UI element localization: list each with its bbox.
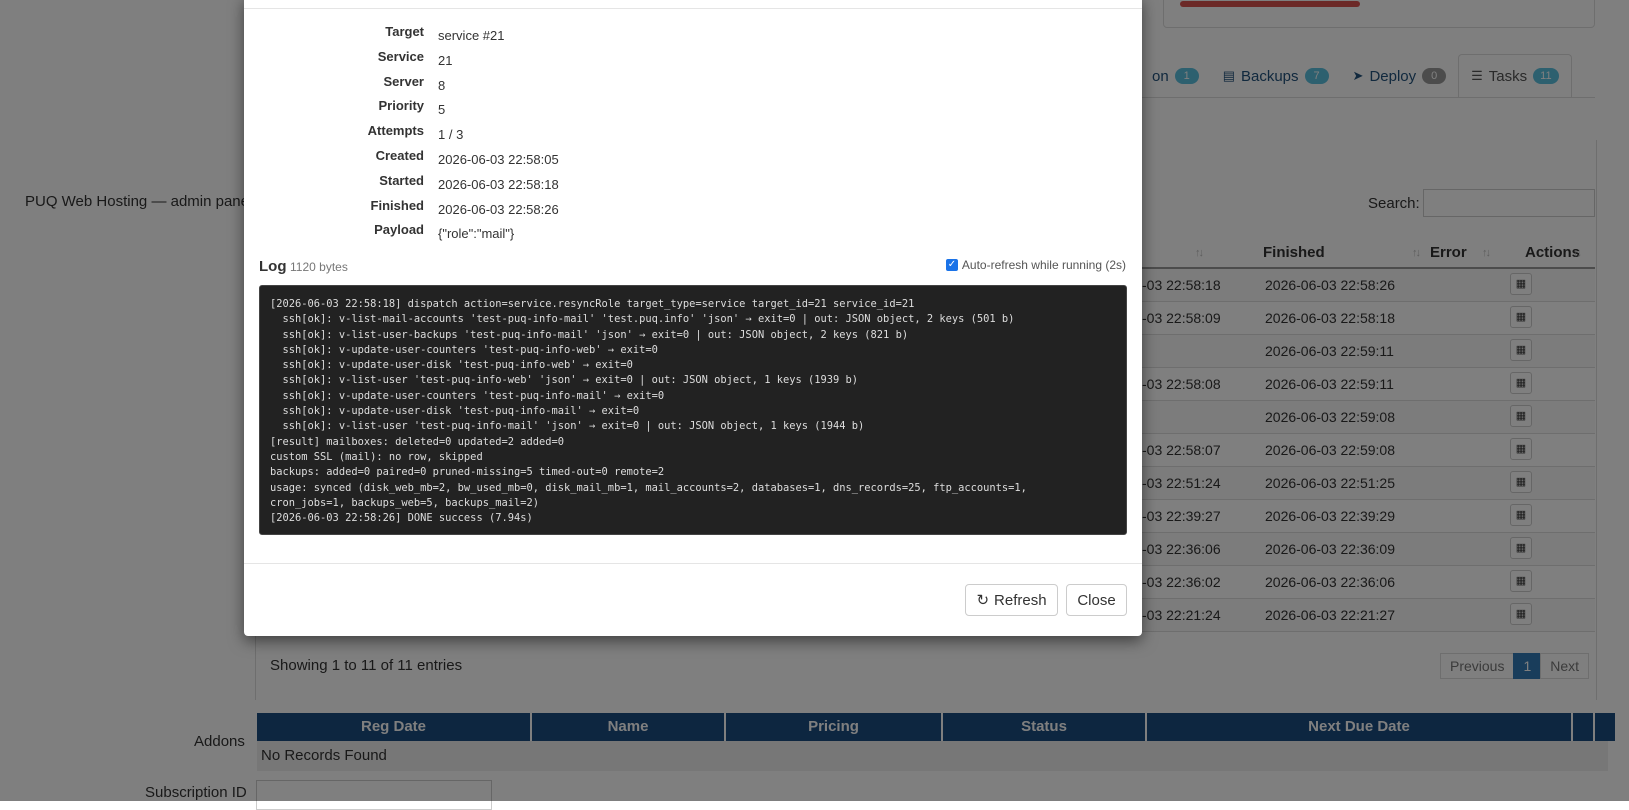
detail-value: service #21	[438, 28, 505, 43]
detail-label: Server	[383, 73, 424, 89]
close-label: Close	[1077, 591, 1116, 609]
detail-value: 21	[438, 52, 453, 68]
detail-row: Created 2026-06-03 22:58:05	[244, 146, 1142, 170]
detail-value: 2026-06-03 22:58:18	[438, 176, 559, 192]
close-button[interactable]: Close	[1066, 584, 1127, 616]
log-title: Log	[259, 258, 287, 275]
detail-label: Service	[377, 48, 424, 64]
detail-row: Server 8	[244, 72, 1142, 96]
detail-row: Finished 2026-06-03 22:58:26	[244, 196, 1142, 220]
log-text: [2026-06-03 22:58:18] dispatch action=se…	[270, 298, 1027, 525]
task-detail-modal: Target service #21 Service 21 Server 8 Priorit…	[244, 0, 1142, 636]
detail-label: Finished	[370, 197, 424, 213]
modal-footer-divider	[244, 563, 1142, 564]
checkbox-checked-icon[interactable]: ✓	[945, 259, 958, 271]
auto-refresh-label: Auto-refresh while running (2s)	[961, 258, 1126, 272]
detail-value: 2026-06-03 22:58:05	[438, 152, 559, 167]
refresh-icon: ↻	[976, 592, 990, 609]
auto-refresh-toggle[interactable]: ✓ Auto-refresh while running (2s)	[945, 258, 1126, 272]
detail-label: Started	[379, 172, 424, 188]
log-size: 1120 bytes	[290, 260, 348, 274]
log-output: [2026-06-03 22:58:18] dispatch action=se…	[259, 285, 1127, 535]
detail-label: Created	[375, 148, 424, 163]
detail-row: Target service #21	[244, 22, 1142, 46]
detail-label: Payload	[374, 222, 424, 238]
refresh-button[interactable]: ↻ Refresh	[965, 584, 1058, 616]
detail-value: {"role":"mail"}	[438, 226, 515, 242]
detail-value: 2026-06-03 22:58:26	[438, 201, 559, 217]
detail-value: 8	[438, 77, 446, 93]
detail-label: Attempts	[367, 123, 424, 139]
detail-row: Priority 5	[244, 96, 1142, 120]
detail-label: Priority	[378, 98, 424, 114]
refresh-label: Refresh	[994, 591, 1047, 609]
detail-value: 1 / 3	[438, 127, 464, 143]
detail-value: 5	[438, 102, 446, 118]
detail-row: Service 21	[244, 47, 1142, 71]
modal-header-divider	[244, 8, 1142, 9]
detail-row: Started 2026-06-03 22:58:18	[244, 171, 1142, 195]
detail-row: Payload {"role":"mail"}	[244, 220, 1142, 244]
detail-row: Attempts 1 / 3	[244, 121, 1142, 145]
detail-label: Target	[385, 24, 424, 39]
